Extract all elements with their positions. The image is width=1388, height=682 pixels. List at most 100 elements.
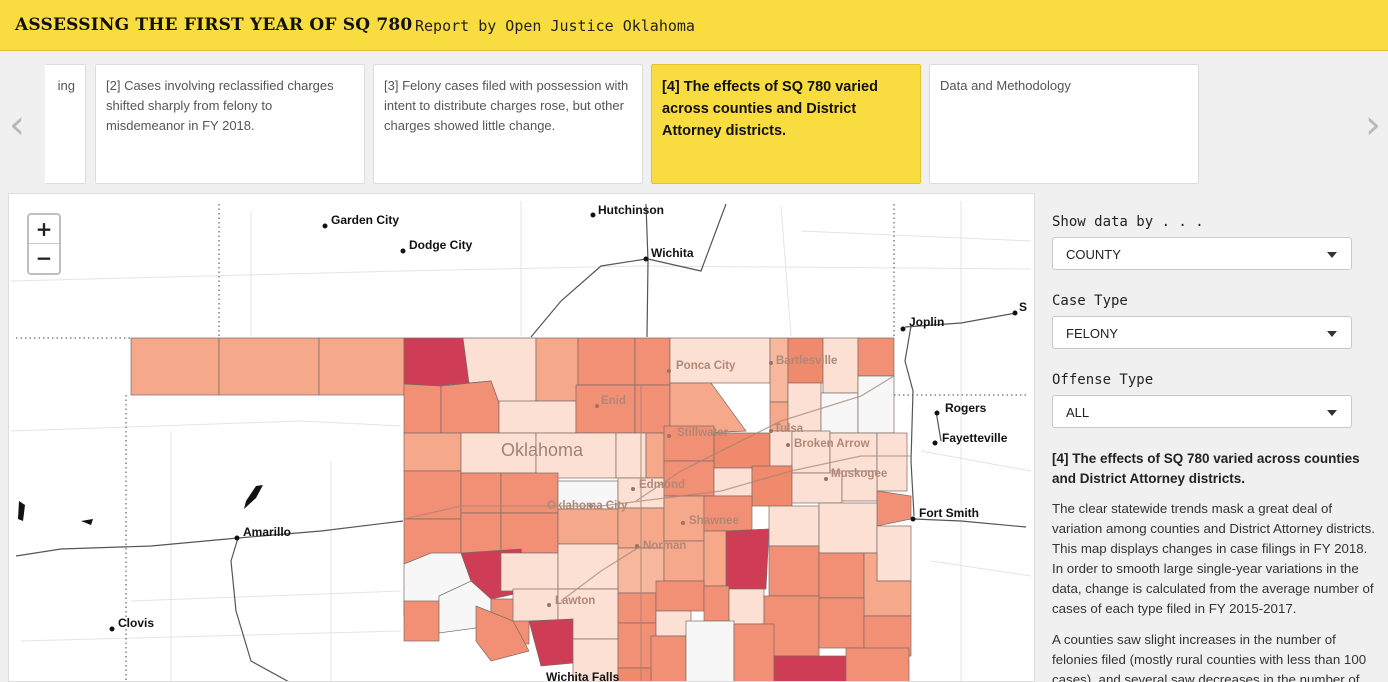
story-card-2[interactable]: [2] Cases involving reclassified charges… bbox=[95, 64, 365, 184]
city-label: S bbox=[1019, 300, 1027, 314]
county-johnston bbox=[655, 580, 705, 612]
county-se bbox=[845, 647, 910, 681]
county-beaver bbox=[318, 337, 405, 396]
city-label: Wichita Falls bbox=[546, 670, 620, 682]
county-murray bbox=[617, 592, 657, 624]
story-card-4-active[interactable]: [4] The effects of SQ 780 varied across … bbox=[651, 64, 921, 184]
county-s1 bbox=[617, 667, 652, 681]
city-label: Fayetteville bbox=[942, 431, 1008, 445]
city-label: Norman bbox=[643, 540, 686, 552]
county-sequoyah bbox=[876, 490, 912, 527]
city-label: Muskogee bbox=[831, 468, 887, 480]
county-pawnee bbox=[669, 382, 747, 434]
zoom-out-button[interactable]: − bbox=[29, 244, 59, 273]
city-label: Broken Arrow bbox=[794, 438, 870, 450]
county-grant bbox=[577, 337, 636, 386]
county-caddo bbox=[500, 512, 559, 554]
city-label: Amarillo bbox=[243, 525, 291, 539]
story-card-text: [3] Felony cases filed with possession w… bbox=[384, 78, 629, 133]
city-label: Bartlesville bbox=[776, 355, 837, 367]
county-coal bbox=[703, 585, 730, 622]
county-roger-mills bbox=[403, 432, 462, 472]
county-beckham bbox=[403, 470, 462, 520]
story-card-text: [4] The effects of SQ 780 varied across … bbox=[662, 79, 878, 139]
state-label: Oklahoma bbox=[501, 440, 584, 460]
report-byline: Report by Open Justice Oklahoma bbox=[415, 17, 695, 35]
county-choctaw-n bbox=[818, 597, 865, 649]
county-jefferson bbox=[528, 618, 574, 667]
lake-shape bbox=[18, 501, 25, 521]
case-type-select[interactable]: FELONY bbox=[1052, 316, 1352, 349]
city-label: Ponca City bbox=[676, 360, 736, 372]
city-label: Garden City bbox=[331, 213, 399, 227]
county-tillman-w bbox=[403, 600, 440, 642]
county-texas bbox=[218, 337, 320, 396]
county-ellis bbox=[403, 383, 442, 434]
county-craig bbox=[857, 337, 895, 377]
county-harper bbox=[403, 337, 470, 387]
show-data-select[interactable]: COUNTY bbox=[1052, 237, 1352, 270]
county-adair bbox=[876, 432, 908, 492]
story-card-text: [2] Cases involving reclassified charges… bbox=[106, 78, 334, 133]
city-label: Hutchinson bbox=[598, 203, 664, 217]
story-card-text: ing bbox=[57, 78, 75, 93]
caret-down-icon bbox=[1327, 331, 1337, 337]
county-leflore-n bbox=[876, 525, 912, 582]
county-pontotoc bbox=[703, 530, 727, 587]
county-custer bbox=[460, 472, 502, 514]
city-label: Oklahoma City bbox=[547, 500, 628, 512]
county-osage-w bbox=[769, 337, 789, 403]
story-card-3[interactable]: [3] Felony cases filed with possession w… bbox=[373, 64, 643, 184]
story-card-methodology[interactable]: Data and Methodology bbox=[929, 64, 1199, 184]
city-label: Stillwater bbox=[677, 427, 729, 439]
city-label: Joplin bbox=[909, 315, 944, 329]
city-label: Wichita bbox=[651, 246, 694, 260]
city-label: Edmond bbox=[639, 479, 685, 491]
city-label: Rogers bbox=[945, 401, 987, 415]
offense-type-select[interactable]: ALL bbox=[1052, 395, 1352, 428]
case-type-value: FELONY bbox=[1066, 326, 1119, 341]
city-label: Fort Smith bbox=[919, 506, 979, 520]
county-mcintosh bbox=[768, 505, 820, 547]
county-bryan-w bbox=[650, 635, 687, 681]
map-canvas: Garden City Dodge City Hutchinson Wichit… bbox=[10, 201, 1032, 682]
county-mccurtain-s bbox=[773, 655, 847, 681]
show-data-value: COUNTY bbox=[1066, 247, 1121, 262]
section-heading: [4] The effects of SQ 780 varied across … bbox=[1052, 451, 1360, 486]
section-paragraph: A counties saw slight increases in the n… bbox=[1052, 632, 1367, 682]
county-kiowa bbox=[500, 552, 559, 592]
county-alfalfa bbox=[535, 337, 579, 402]
county-logan-w bbox=[645, 432, 665, 479]
county-love bbox=[617, 622, 657, 669]
county-haskell bbox=[818, 502, 878, 554]
city-label: Clovis bbox=[118, 616, 154, 630]
county-hughes bbox=[725, 528, 770, 590]
county-washita bbox=[460, 512, 502, 554]
header-bar: ASSESSING THE FIRST YEAR OF SQ 780 Repor… bbox=[0, 0, 1388, 51]
county-comanche bbox=[512, 588, 559, 622]
county-cimarron bbox=[130, 337, 220, 396]
county-grady bbox=[557, 508, 619, 545]
zoom-in-button[interactable]: + bbox=[29, 215, 59, 244]
county-atoka bbox=[728, 588, 765, 625]
side-panel: Show data by . . . COUNTY Case Type FELO… bbox=[1043, 193, 1388, 682]
county-woodward bbox=[440, 380, 500, 434]
choropleth-map[interactable]: Garden City Dodge City Hutchinson Wichit… bbox=[8, 193, 1035, 682]
story-card-text: Data and Methodology bbox=[940, 78, 1071, 93]
caret-down-icon bbox=[1327, 410, 1337, 416]
city-label: Enid bbox=[601, 395, 626, 407]
story-card-1[interactable]: ing bbox=[45, 64, 86, 184]
county-major bbox=[498, 400, 577, 434]
lake-shape bbox=[244, 485, 263, 509]
county-polygons[interactable] bbox=[130, 337, 912, 682]
city-label: Tulsa bbox=[774, 423, 804, 435]
chevron-left-icon[interactable]: ‹ bbox=[2, 105, 32, 145]
page-title: ASSESSING THE FIRST YEAR OF SQ 780 bbox=[15, 15, 413, 35]
city-label: Shawnee bbox=[689, 515, 739, 527]
county-kay-w bbox=[634, 337, 671, 386]
chevron-right-icon[interactable]: › bbox=[1358, 105, 1388, 145]
story-card-carousel: ing [2] Cases involving reclassified cha… bbox=[45, 64, 1345, 184]
city-label: Dodge City bbox=[409, 238, 473, 252]
lake-shape bbox=[81, 519, 93, 525]
offense-type-label: Offense Type bbox=[1052, 372, 1154, 388]
